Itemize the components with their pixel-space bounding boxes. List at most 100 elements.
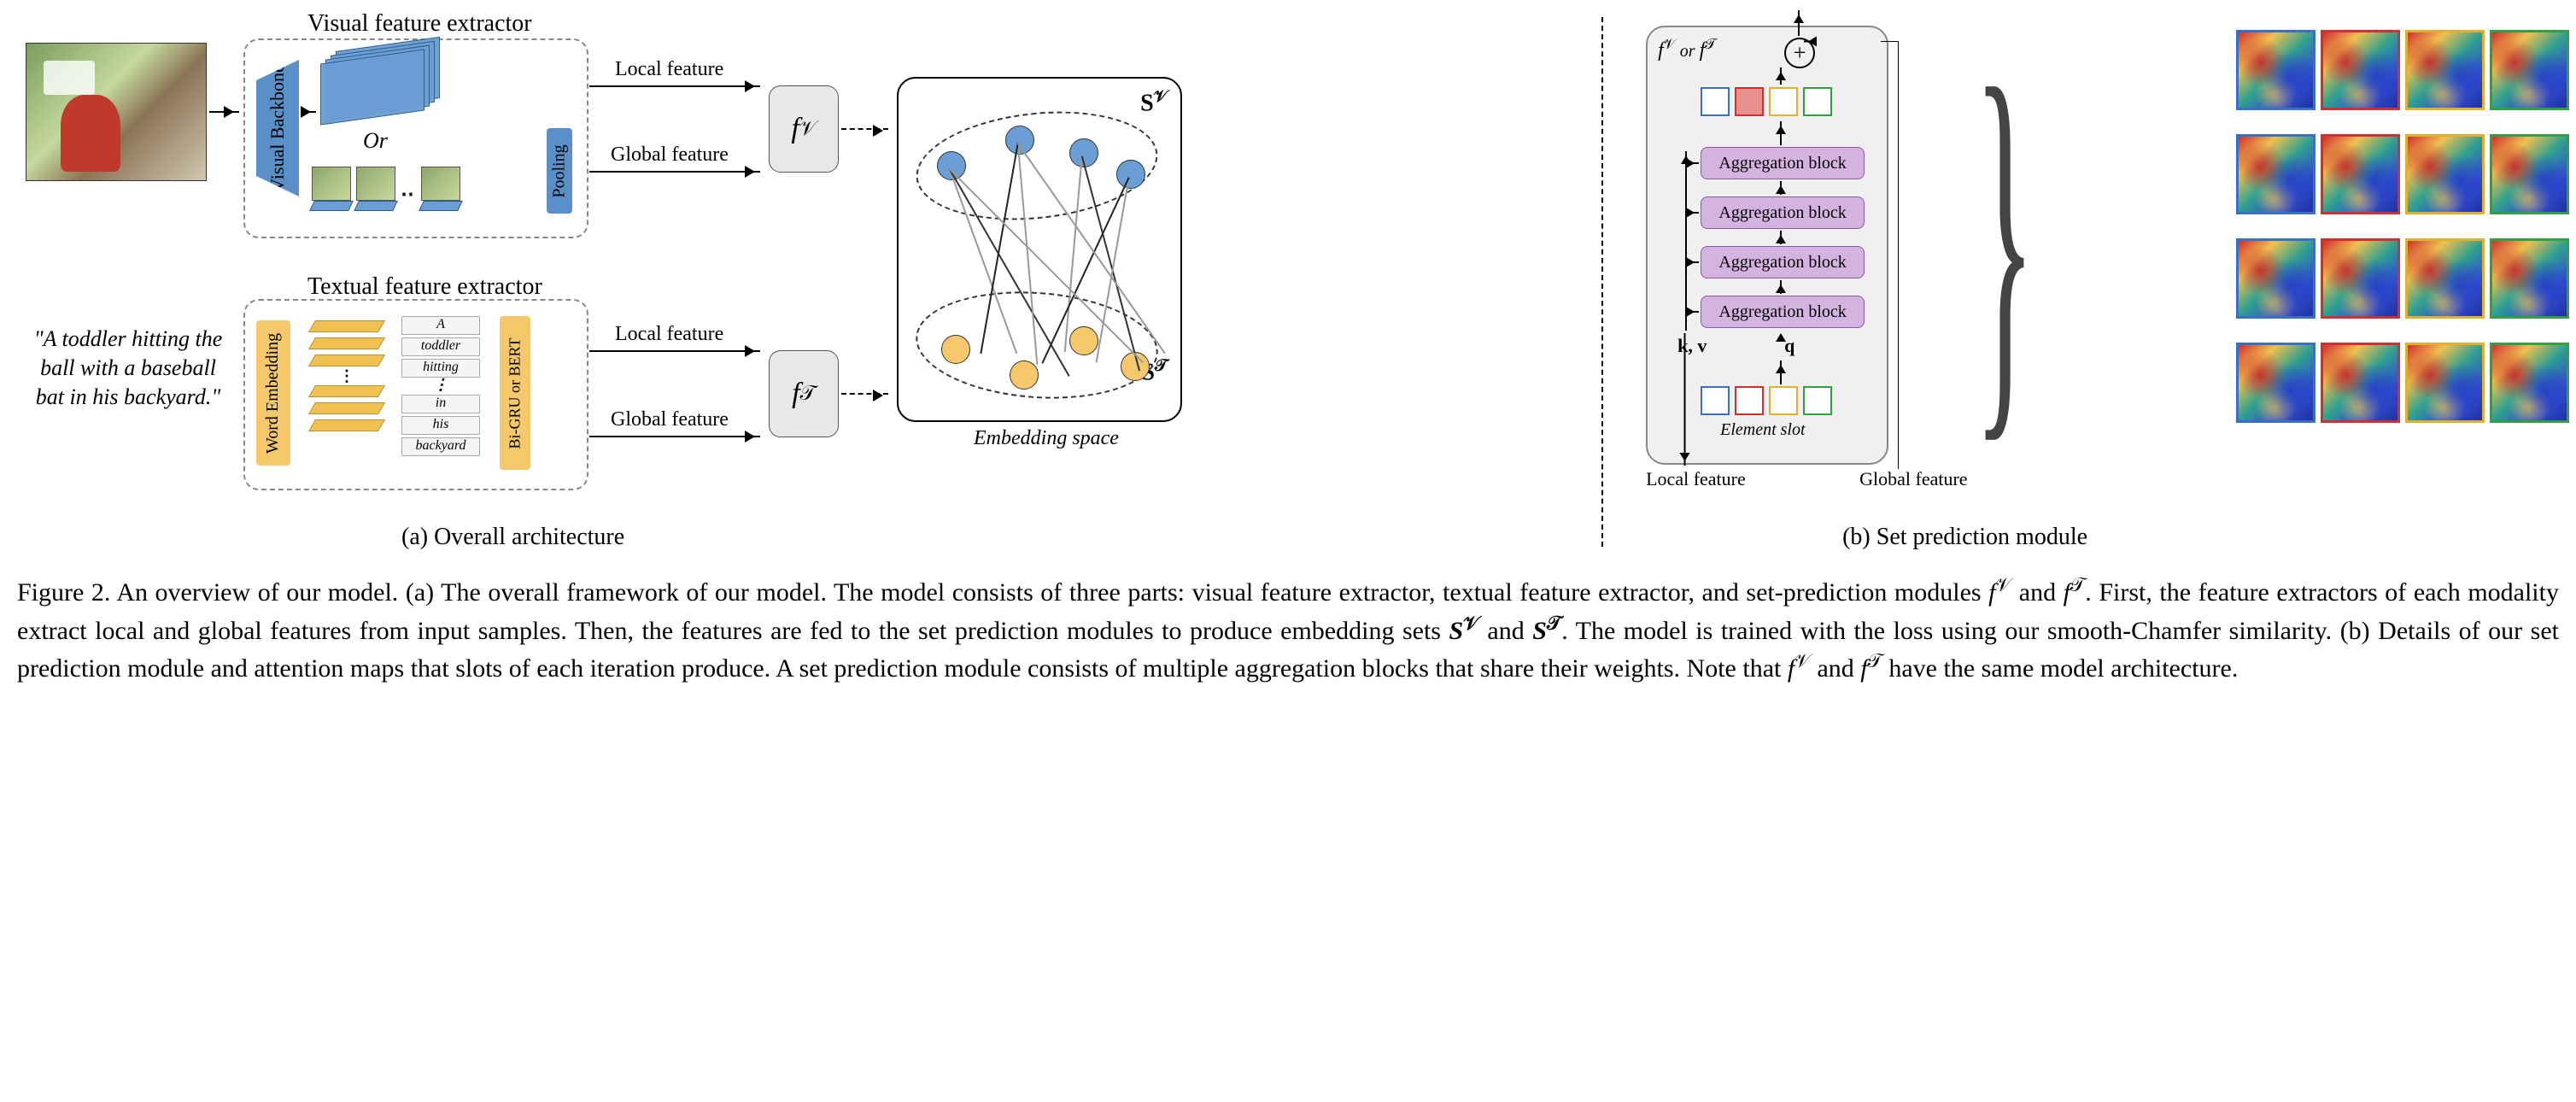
attention-map (2321, 134, 2400, 214)
attention-row (2236, 238, 2569, 319)
attention-map (2321, 343, 2400, 423)
arrow-out (1798, 10, 1800, 36)
kv-arrow (1685, 261, 1699, 263)
attention-map (2405, 238, 2485, 319)
slot-yellow (1769, 87, 1798, 116)
attention-row (2236, 30, 2569, 110)
or-label: Or (363, 128, 388, 154)
attention-map (2321, 30, 2400, 110)
sv-label: S𝒱 (1140, 87, 1168, 117)
local-feature-label-v: Local feature (615, 58, 723, 81)
attention-map (2321, 238, 2400, 319)
diagram-area: "A toddler hitting the ball with a baseb… (17, 17, 2559, 547)
aggregation-block: Aggregation block (1701, 296, 1865, 328)
embedding-space: S𝒱 S𝒯 (897, 77, 1182, 422)
attention-map (2405, 343, 2485, 423)
sv-node (1005, 126, 1034, 155)
ft-module: f𝒯 (769, 350, 839, 437)
aggregation-block: Aggregation block (1701, 196, 1865, 229)
word-in: in (401, 395, 480, 413)
up-arrow (1780, 181, 1782, 195)
arrow-global-visual (589, 171, 760, 173)
fv-module: f𝒱 (769, 85, 839, 173)
figure-title: An overview of our model. (116, 578, 398, 607)
panel-a-subcaption: (a) Overall architecture (401, 524, 624, 551)
up-arrow (1780, 360, 1782, 384)
attention-map (2490, 30, 2569, 110)
panel-divider (1601, 17, 1603, 547)
word-embedding-label: Word Embedding (264, 332, 284, 453)
kv-line (1685, 151, 1687, 331)
slot-red (1735, 87, 1764, 116)
embedding-space-label: Embedding space (974, 427, 1119, 450)
st-node (1010, 360, 1039, 390)
attention-map (2490, 134, 2569, 214)
attention-map (2236, 30, 2315, 110)
word-backyard: backyard (401, 437, 480, 456)
global-feature-label-t: Global feature (611, 408, 729, 431)
input-image (26, 43, 207, 181)
caption-part-a: (a) The overall framework of our model. … (406, 578, 1988, 607)
global-feature-label-v: Global feature (611, 144, 729, 167)
word-embedding-block: Word Embedding (256, 320, 290, 466)
set-prediction-module-box: f𝒱 or f𝒯 Aggregation block Aggregation b… (1646, 26, 1888, 465)
global-feature-label-b: Global feature (1859, 468, 1928, 490)
visual-backbone: Visual Backbone (256, 60, 299, 196)
slot-blue (1701, 386, 1730, 415)
kv-arrow (1685, 162, 1699, 164)
panel-b-set-prediction: f𝒱 or f𝒯 Aggregation block Aggregation b… (1612, 17, 2576, 547)
kv-arrow (1685, 212, 1699, 214)
aggregation-block: Aggregation block (1701, 246, 1865, 278)
arrow-backbone-to-grid (303, 111, 316, 113)
brace-icon: } (1974, 26, 2035, 453)
word-feature-bars: ⋮ (312, 320, 382, 431)
st-node (1069, 326, 1098, 355)
up-arrow (1780, 231, 1782, 244)
figure-container: "A toddler hitting the ball with a baseb… (17, 17, 2559, 687)
panel-a-overall-architecture: "A toddler hitting the ball with a baseb… (17, 17, 1593, 547)
word-labels: A toddler hitting ⋮ in his backyard (401, 316, 480, 456)
attention-map (2405, 134, 2485, 214)
slot-blue (1701, 87, 1730, 116)
textual-extractor-label: Textual feature extractor (307, 273, 542, 301)
local-feature-label-b: Local feature (1646, 468, 1714, 490)
slot-red (1735, 386, 1764, 415)
up-arrow (1780, 280, 1782, 294)
up-arrow (1780, 67, 1782, 85)
fv-sup: 𝒱 (799, 118, 817, 141)
ft-sup: 𝒯 (800, 383, 816, 406)
output-slots (1701, 87, 1832, 116)
attention-map (2490, 343, 2569, 423)
attention-row (2236, 134, 2569, 214)
element-slot-label: Element slot (1720, 420, 1805, 440)
input-slots (1701, 386, 1832, 415)
slot-yellow (1769, 386, 1798, 415)
bigru-block: Bi-GRU or BERT (500, 316, 530, 470)
skip-connection (1881, 41, 1899, 469)
attention-map (2405, 30, 2485, 110)
pooling-block: Pooling (547, 128, 572, 214)
arrow-fv-to-space (841, 128, 888, 132)
bigru-label: Bi-GRU or BERT (506, 337, 524, 448)
visual-backbone-label: Visual Backbone (266, 64, 289, 192)
st-node (941, 335, 970, 364)
attention-map (2236, 343, 2315, 423)
arrow-local-visual (589, 85, 760, 87)
local-in-arrow (1684, 333, 1686, 466)
slot-green (1803, 386, 1832, 415)
arrow-ft-to-space (841, 393, 888, 396)
attention-map (2490, 238, 2569, 319)
fv-symbol: f (791, 113, 799, 145)
attention-map (2236, 134, 2315, 214)
local-feature-label-t: Local feature (615, 323, 723, 346)
visual-extractor-label: Visual feature extractor (307, 10, 532, 38)
panel-b-subcaption: (b) Set prediction module (1842, 524, 2087, 551)
word-toddler: toddler (401, 337, 480, 356)
region-thumbnails: ‥ (312, 167, 460, 211)
arrow-local-text (589, 350, 760, 352)
input-text-caption: "A toddler hitting the ball with a baseb… (26, 325, 231, 411)
figure-caption: Figure 2. An overview of our model. (a) … (17, 572, 2559, 687)
word-his: his (401, 416, 480, 435)
arrow-img-to-backbone (209, 111, 239, 113)
attention-map (2236, 238, 2315, 319)
